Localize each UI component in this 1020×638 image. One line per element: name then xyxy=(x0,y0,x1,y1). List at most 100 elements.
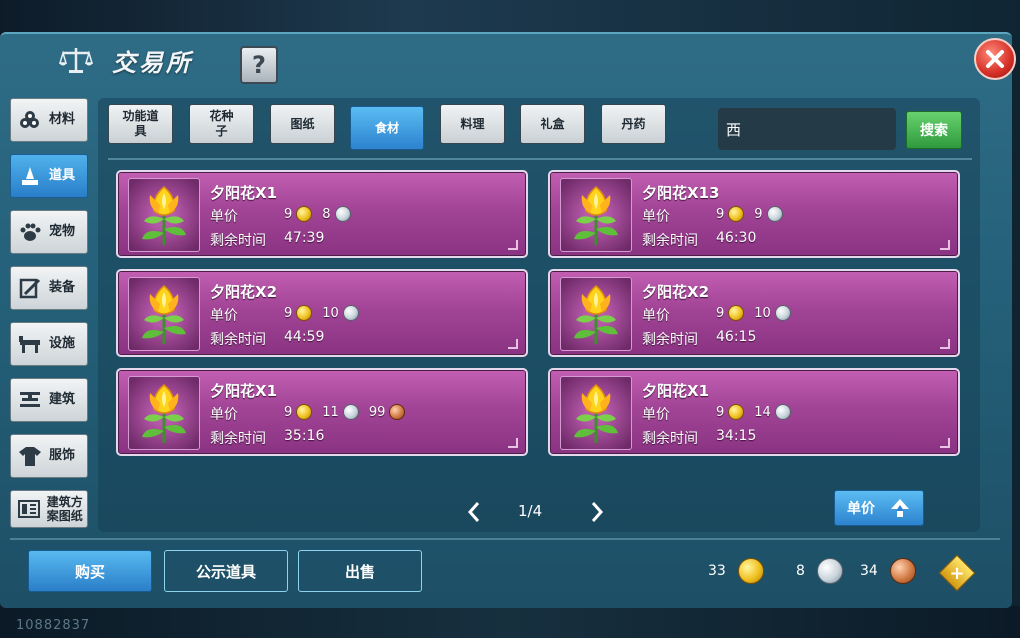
sidebar-item-materials[interactable]: 材料 xyxy=(10,98,88,142)
unit-price-label: 单价 xyxy=(210,308,238,324)
facility-icon xyxy=(17,331,43,357)
corner-decoration xyxy=(508,240,518,250)
sunset-flower-icon xyxy=(128,178,200,252)
gold-price: 9 xyxy=(284,206,293,222)
remaining-time-label: 剩余时间 xyxy=(642,431,698,447)
price: 9 10 xyxy=(284,305,365,321)
unit-price-label: 单价 xyxy=(210,407,238,423)
sidebar-item-buildings[interactable]: 建筑 xyxy=(10,378,88,422)
silver-coin-icon xyxy=(342,305,359,321)
sunset-flower-icon xyxy=(560,178,632,252)
sidebar-item-clothing[interactable]: 服饰 xyxy=(10,434,88,478)
price: 9 10 xyxy=(716,305,797,321)
sidebar-item-blueprints[interactable]: 建筑方案图纸 xyxy=(10,490,88,528)
help-button[interactable]: ? xyxy=(240,46,278,84)
tab-label: 图纸 xyxy=(290,116,315,131)
equipment-icon xyxy=(17,275,43,301)
sidebar-item-label: 装备 xyxy=(49,280,76,295)
sidebar-item-label: 建筑方案图纸 xyxy=(46,495,83,523)
silver-coin-icon xyxy=(342,404,359,420)
sort-by-price-button[interactable]: 单价 xyxy=(834,490,924,526)
sell-button[interactable]: 出售 xyxy=(298,550,422,592)
public-items-button[interactable]: 公示道具 xyxy=(164,550,288,592)
remaining-time-label: 剩余时间 xyxy=(210,233,266,249)
silver-price: 9 xyxy=(754,206,763,222)
tab-gift-box[interactable]: 礼盒 xyxy=(520,104,585,144)
item-name: 夕阳花X1 xyxy=(210,184,278,202)
remaining-time: 35:16 xyxy=(284,428,325,444)
background-bottom xyxy=(0,606,1020,638)
gold-coin-icon xyxy=(728,404,745,420)
search-input[interactable]: 西 xyxy=(718,108,896,150)
sidebar-item-label: 设施 xyxy=(49,336,76,351)
tab-label: 礼盒 xyxy=(540,116,565,131)
gold-coin-icon xyxy=(737,558,764,584)
title-area: 交易所 xyxy=(58,40,193,80)
sunset-flower-icon xyxy=(128,277,200,351)
sidebar-item-pets[interactable]: 宠物 xyxy=(10,210,88,254)
tab-functional-items[interactable]: 功能道具 xyxy=(108,104,173,144)
tab-cuisine[interactable]: 料理 xyxy=(440,104,505,144)
buy-button[interactable]: 购买 xyxy=(28,550,152,592)
price: 99 xyxy=(716,206,789,222)
unit-price-label: 单价 xyxy=(642,407,670,423)
silver-amount: 8 xyxy=(796,563,805,579)
corner-decoration xyxy=(508,438,518,448)
previous-page-button[interactable] xyxy=(465,498,483,526)
listing-card[interactable]: 夕阳花X2 单价 剩余时间 9 10 46:15 xyxy=(548,269,960,357)
remaining-time-label: 剩余时间 xyxy=(642,233,698,249)
next-page-button[interactable] xyxy=(588,498,606,526)
copper-coin-icon xyxy=(389,404,406,420)
tab-blueprints[interactable]: 图纸 xyxy=(270,104,335,144)
silver-coin-icon xyxy=(334,206,351,222)
close-button[interactable] xyxy=(974,38,1016,80)
copper-amount: 34 xyxy=(860,563,878,579)
tab-label: 功能道具 xyxy=(122,109,159,138)
gold-price: 9 xyxy=(716,305,725,321)
gold-amount: 33 xyxy=(708,563,726,579)
silver-balance: 8 xyxy=(796,556,843,586)
gold-coin-icon xyxy=(296,404,313,420)
divider xyxy=(108,158,972,160)
tab-flower-seeds[interactable]: 花种子 xyxy=(189,104,254,144)
sidebar-item-label: 道具 xyxy=(49,168,76,183)
sidebar-item-facilities[interactable]: 设施 xyxy=(10,322,88,366)
gold-price: 9 xyxy=(716,206,725,222)
remaining-time: 47:39 xyxy=(284,230,325,246)
gold-coin-icon xyxy=(296,305,313,321)
remaining-time: 34:15 xyxy=(716,428,757,444)
tab-label: 花种子 xyxy=(209,109,234,138)
silver-price: 10 xyxy=(754,305,771,321)
tab-elixir[interactable]: 丹药 xyxy=(601,104,666,144)
listing-card[interactable]: 夕阳花X1 单价 剩余时间 9 11 99 35:16 xyxy=(116,368,528,456)
sunset-flower-icon xyxy=(128,376,200,450)
price: 98 xyxy=(284,206,357,222)
silver-coin-icon xyxy=(816,558,843,584)
item-name: 夕阳花X2 xyxy=(210,283,278,301)
tab-ingredients[interactable]: 食材 xyxy=(350,106,424,150)
item-name: 夕阳花X1 xyxy=(642,382,710,400)
sidebar-item-equipment[interactable]: 装备 xyxy=(10,266,88,310)
gold-coin-icon xyxy=(728,206,745,222)
sidebar-item-label: 材料 xyxy=(49,112,76,127)
sidebar-item-label: 宠物 xyxy=(49,224,76,239)
price: 9 14 xyxy=(716,404,797,420)
tab-label: 丹药 xyxy=(621,116,646,131)
gold-price: 9 xyxy=(716,404,725,420)
item-name: 夕阳花X13 xyxy=(642,184,720,202)
search-button[interactable]: 搜索 xyxy=(906,111,962,149)
sidebar-item-items[interactable]: 道具 xyxy=(10,154,88,198)
listing-card[interactable]: 夕阳花X1 单价 剩余时间 9 8 47:39 xyxy=(116,170,528,258)
listing-card[interactable]: 夕阳花X2 单价 剩余时间 9 10 44:59 xyxy=(116,269,528,357)
listing-card[interactable]: 夕阳花X1 单价剩余时间 9 14 34:15 xyxy=(548,368,960,456)
copper-balance: 34 xyxy=(860,556,916,586)
gold-price: 9 xyxy=(284,305,293,321)
unit-price-label: 单价 xyxy=(642,209,670,225)
silver-coin-icon xyxy=(774,404,791,420)
listing-card[interactable]: 夕阳花X13 单价 剩余时间 9 9 46:30 xyxy=(548,170,960,258)
chevron-left-icon xyxy=(467,502,480,522)
corner-decoration xyxy=(940,240,950,250)
divider xyxy=(10,538,1000,540)
sunset-flower-icon xyxy=(560,376,632,450)
sidebar-item-label: 建筑 xyxy=(49,392,76,407)
